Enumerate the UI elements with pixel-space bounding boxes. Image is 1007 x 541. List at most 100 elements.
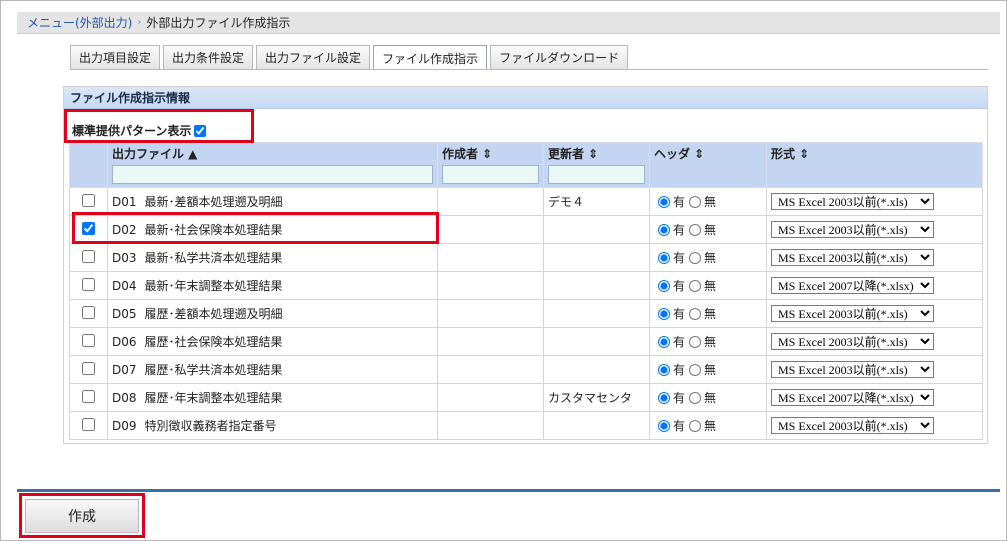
format-select[interactable]: MS Excel 2003以前(*.xls) bbox=[771, 305, 934, 322]
row-select-checkbox[interactable] bbox=[82, 249, 95, 263]
creator-cell bbox=[437, 243, 544, 272]
filter-output-file-input[interactable] bbox=[112, 165, 433, 184]
file-name: 履歴･私学共済本処理結果 bbox=[144, 363, 283, 377]
format-select[interactable]: MS Excel 2007以降(*.xlsx) bbox=[771, 389, 934, 406]
header-yes-radio[interactable] bbox=[658, 363, 670, 376]
file-name: 最新･差額本処理遡及明細 bbox=[144, 195, 283, 209]
creator-cell bbox=[437, 299, 544, 328]
header-flag-cell: 有無 bbox=[649, 243, 767, 272]
creator-cell bbox=[437, 411, 544, 440]
file-code: D09 bbox=[112, 419, 137, 433]
tab-file-download[interactable]: ファイルダウンロード bbox=[490, 45, 629, 69]
header-no-label: 無 bbox=[704, 307, 717, 321]
tab-output-conditions[interactable]: 出力条件設定 bbox=[163, 45, 254, 69]
tab-file-creation[interactable]: ファイル作成指示 bbox=[373, 45, 488, 70]
header-output-file-label: 出力ファイル ▲ bbox=[112, 147, 198, 161]
format-select[interactable]: MS Excel 2003以前(*.xls) bbox=[771, 221, 934, 238]
updater-cell bbox=[543, 355, 650, 384]
header-no-radio[interactable] bbox=[689, 279, 702, 292]
header-no-radio[interactable] bbox=[689, 307, 702, 320]
format-select[interactable]: MS Excel 2003以前(*.xls) bbox=[771, 417, 934, 434]
row-select-cell bbox=[69, 299, 108, 328]
header-creator[interactable]: 作成者 ⇕ bbox=[437, 142, 544, 188]
header-no-label: 無 bbox=[704, 251, 717, 265]
tab-bar: 出力項目設定 出力条件設定 出力ファイル設定 ファイル作成指示 ファイルダウンロ… bbox=[70, 45, 631, 70]
row-select-checkbox[interactable] bbox=[82, 389, 95, 403]
row-select-checkbox[interactable] bbox=[82, 221, 95, 235]
output-file-cell: D03 最新･私学共済本処理結果 bbox=[107, 243, 438, 272]
header-yes-radio[interactable] bbox=[658, 335, 670, 348]
format-cell: MS Excel 2003以前(*.xls) bbox=[766, 215, 983, 244]
header-flag-cell: 有無 bbox=[649, 215, 767, 244]
format-cell: MS Excel 2003以前(*.xls) bbox=[766, 187, 983, 216]
table-row[interactable]: D08 履歴･年末調整本処理結果 カスタマセンタ有無 MS Excel 2007以降(… bbox=[69, 383, 983, 412]
row-select-checkbox[interactable] bbox=[82, 417, 95, 431]
header-flag-cell: 有無 bbox=[649, 411, 767, 440]
header-flag-cell: 有無 bbox=[649, 187, 767, 216]
header-updater[interactable]: 更新者 ⇕ bbox=[543, 142, 650, 188]
row-select-checkbox[interactable] bbox=[82, 361, 95, 375]
file-code: D04 bbox=[112, 279, 137, 293]
file-code: D08 bbox=[112, 391, 137, 405]
header-no-radio[interactable] bbox=[689, 419, 702, 432]
header-flag-cell: 有無 bbox=[649, 355, 767, 384]
file-code: D01 bbox=[112, 195, 137, 209]
format-select[interactable]: MS Excel 2003以前(*.xls) bbox=[771, 361, 934, 378]
header-flag-cell: 有無 bbox=[649, 383, 767, 412]
row-select-checkbox[interactable] bbox=[82, 277, 95, 291]
header-header-flag-label: ヘッダ ⇕ bbox=[654, 147, 705, 161]
file-code: D06 bbox=[112, 335, 137, 349]
pattern-checkbox[interactable] bbox=[194, 124, 207, 137]
header-yes-radio[interactable] bbox=[658, 279, 670, 292]
header-yes-radio[interactable] bbox=[658, 223, 670, 236]
header-yes-radio[interactable] bbox=[658, 391, 670, 404]
table-row[interactable]: D02 最新･社会保険本処理結果有無 MS Excel 2003以前(*.xls) bbox=[69, 215, 983, 244]
table-header-row: 出力ファイル ▲ 作成者 ⇕ 更新者 ⇕ ヘッダ ⇕ 形式 ⇕ bbox=[69, 142, 983, 188]
table-row[interactable]: D01 最新･差額本処理遡及明細 デモ４ 有無 MS Excel 2003以前(*.xl… bbox=[69, 187, 983, 216]
filter-creator-input[interactable] bbox=[442, 165, 539, 184]
header-no-label: 無 bbox=[704, 195, 717, 209]
table-row[interactable]: D06 履歴･社会保険本処理結果有無 MS Excel 2003以前(*.xls) bbox=[69, 327, 983, 356]
header-format[interactable]: 形式 ⇕ bbox=[766, 142, 983, 188]
format-select[interactable]: MS Excel 2003以前(*.xls) bbox=[771, 333, 934, 350]
format-select[interactable]: MS Excel 2003以前(*.xls) bbox=[771, 193, 934, 210]
header-no-radio[interactable] bbox=[689, 195, 702, 208]
header-updater-label: 更新者 ⇕ bbox=[548, 147, 599, 161]
header-header-flag[interactable]: ヘッダ ⇕ bbox=[649, 142, 767, 188]
header-no-radio[interactable] bbox=[689, 251, 702, 264]
create-button[interactable]: 作成 bbox=[25, 499, 139, 533]
header-yes-radio[interactable] bbox=[658, 307, 670, 320]
tab-output-items[interactable]: 出力項目設定 bbox=[70, 45, 161, 69]
header-no-radio[interactable] bbox=[689, 223, 702, 236]
table-row[interactable]: D05 履歴･差額本処理遡及明細有無 MS Excel 2003以前(*.xls) bbox=[69, 299, 983, 328]
format-select[interactable]: MS Excel 2003以前(*.xls) bbox=[771, 249, 934, 266]
format-select[interactable]: MS Excel 2007以降(*.xlsx) bbox=[771, 277, 934, 294]
tab-output-file-settings[interactable]: 出力ファイル設定 bbox=[256, 45, 371, 69]
format-cell: MS Excel 2003以前(*.xls) bbox=[766, 355, 983, 384]
row-select-cell bbox=[69, 187, 108, 216]
breadcrumb-link-menu[interactable]: メニュー(外部出力) bbox=[27, 14, 132, 31]
row-select-checkbox[interactable] bbox=[82, 193, 95, 207]
file-name: 最新･社会保険本処理結果 bbox=[144, 223, 283, 237]
header-no-radio[interactable] bbox=[689, 363, 702, 376]
header-output-file[interactable]: 出力ファイル ▲ bbox=[107, 142, 438, 188]
filter-updater-input[interactable] bbox=[548, 165, 645, 184]
table-row[interactable]: D09 特別徴収義務者指定番号有無 MS Excel 2003以前(*.xls) bbox=[69, 411, 983, 440]
row-select-checkbox[interactable] bbox=[82, 305, 95, 319]
header-no-radio[interactable] bbox=[689, 391, 702, 404]
table-row[interactable]: D03 最新･私学共済本処理結果 有無 MS Excel 2003以前(*.xls) bbox=[69, 243, 983, 272]
header-yes-radio[interactable] bbox=[658, 251, 670, 264]
header-yes-radio[interactable] bbox=[658, 419, 670, 432]
table-row[interactable]: D07 履歴･私学共済本処理結果 有無 MS Excel 2003以前(*.xls) bbox=[69, 355, 983, 384]
updater-cell bbox=[543, 299, 650, 328]
creator-cell bbox=[437, 271, 544, 300]
row-select-checkbox[interactable] bbox=[82, 333, 95, 347]
header-no-radio[interactable] bbox=[689, 335, 702, 348]
updater-cell bbox=[543, 215, 650, 244]
file-code: D07 bbox=[112, 363, 137, 377]
file-name: 履歴･年末調整本処理結果 bbox=[144, 391, 283, 405]
table-row[interactable]: D04 最新･年末調整本処理結果有無 MS Excel 2007以降(*.xlsx) bbox=[69, 271, 983, 300]
header-radio-group: 有無 bbox=[654, 221, 762, 238]
header-radio-group: 有無 bbox=[654, 305, 762, 322]
header-yes-radio[interactable] bbox=[658, 195, 670, 208]
